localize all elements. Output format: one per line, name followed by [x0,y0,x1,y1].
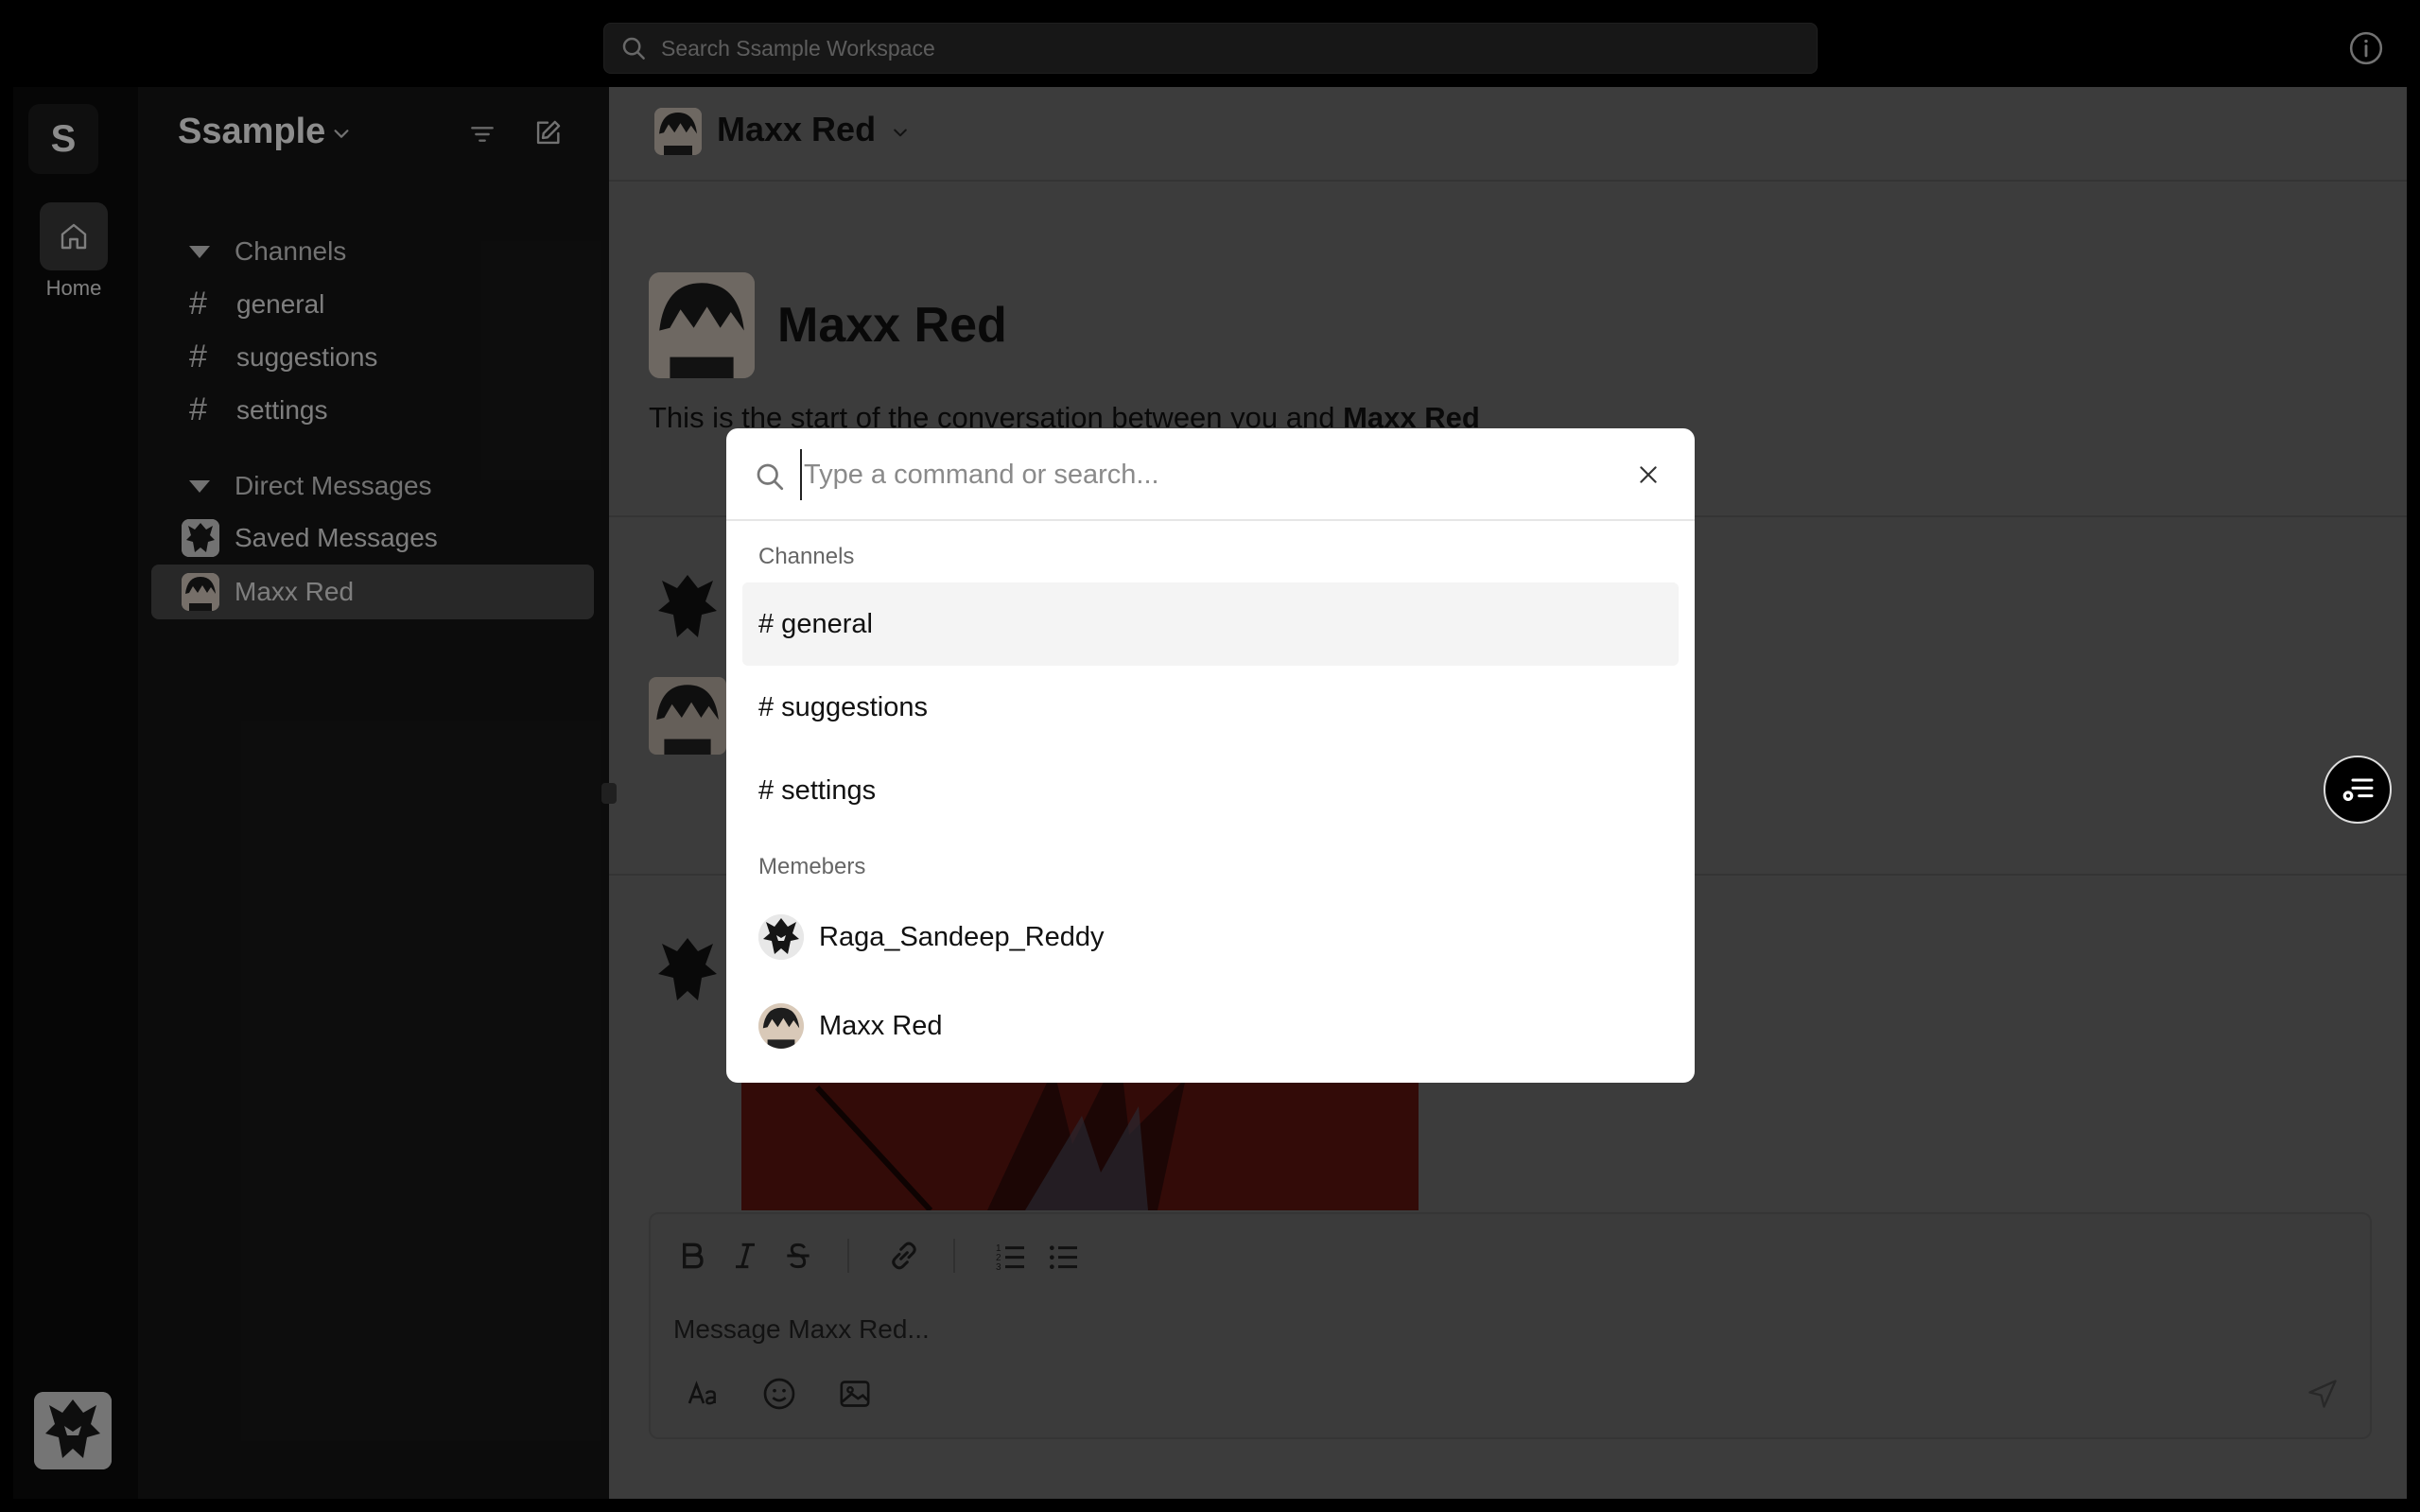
palette-member-maxx-red[interactable]: Maxx Red [742,984,1679,1068]
member-avatar [758,1003,804,1049]
mecha-avatar-icon [758,914,804,960]
floating-action-button[interactable] [2324,756,2392,824]
close-icon [1640,466,1657,483]
member-name: Maxx Red [819,1010,943,1041]
command-palette: Channels # general # suggestions # setti… [726,428,1695,1083]
channels-group-label: Channels [758,544,855,569]
palette-channel-suggestions[interactable]: # suggestions [742,666,1679,749]
command-search-input[interactable] [800,449,1585,500]
member-avatar [758,914,804,960]
palette-channel-settings[interactable]: # settings [742,749,1679,832]
palette-member-raga[interactable]: Raga_Sandeep_Reddy [742,895,1679,979]
member-name: Raga_Sandeep_Reddy [819,921,1105,952]
app-window: Search Ssample Workspace S Home Ssample … [0,0,2420,1512]
command-search-bar [726,428,1695,521]
task-list-icon [2342,778,2374,801]
palette-channel-general[interactable]: # general [742,582,1679,666]
close-button[interactable] [1628,455,1668,495]
members-group-label: Memebers [758,854,866,879]
person-avatar-icon [758,1003,804,1049]
search-icon [757,463,784,491]
